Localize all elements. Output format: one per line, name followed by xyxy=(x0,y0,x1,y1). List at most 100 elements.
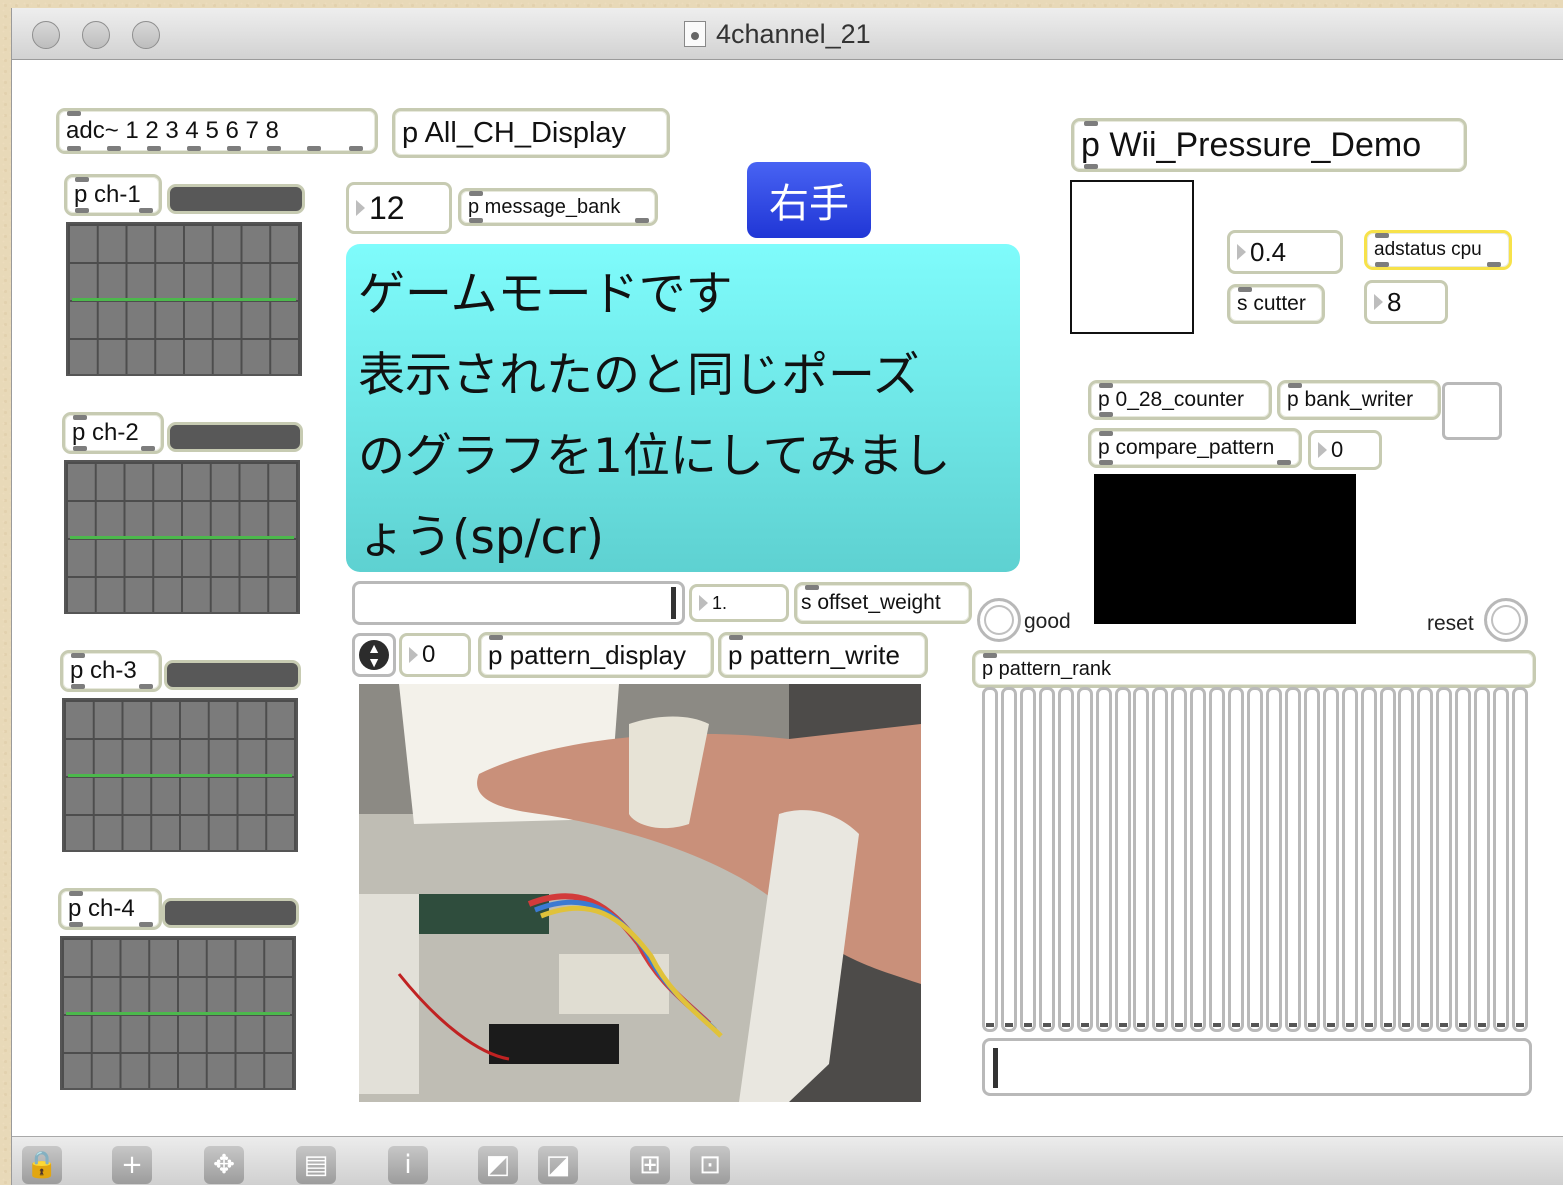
s-cutter-object[interactable]: s cutter xyxy=(1227,284,1325,324)
pattern-lcd-display xyxy=(1094,474,1356,624)
rank-slider[interactable] xyxy=(1493,687,1510,1032)
rank-slider[interactable] xyxy=(1152,687,1169,1032)
s-offset-weight-object[interactable]: s offset_weight xyxy=(794,582,972,624)
rank-slider[interactable] xyxy=(1379,687,1396,1032)
rank-slider[interactable] xyxy=(1247,687,1263,1032)
message-bank-object[interactable]: p message_bank xyxy=(458,188,658,226)
rank-slider[interactable] xyxy=(982,687,998,1032)
close-window-button[interactable] xyxy=(32,21,60,49)
rank-slider[interactable] xyxy=(1000,687,1017,1032)
cpu-number-box[interactable]: 8 xyxy=(1364,280,1448,324)
rank-slider[interactable] xyxy=(1398,687,1415,1032)
reset-button[interactable] xyxy=(1484,598,1528,642)
patcher-toolbar: 🔒 + ✥ ▤ i ◩ ◪ ⊞ ⊡ xyxy=(12,1136,1563,1185)
rank-slider[interactable] xyxy=(1512,687,1528,1032)
wii-pressure-demo-object[interactable]: p Wii_Pressure_Demo xyxy=(1071,118,1467,172)
good-label: good xyxy=(1024,610,1071,633)
rank-slider[interactable] xyxy=(1474,687,1491,1032)
arm-sensor-photo-image xyxy=(359,684,921,1102)
pattern-rank-object[interactable]: p pattern_rank xyxy=(972,650,1536,688)
ch2-object[interactable]: p ch-2 xyxy=(62,412,164,454)
rank-slider[interactable] xyxy=(1417,687,1434,1032)
rank-hslider[interactable] xyxy=(982,1038,1532,1096)
pattern-display-object[interactable]: p pattern_display xyxy=(478,632,714,678)
rank-slider[interactable] xyxy=(1095,687,1112,1032)
move-icon[interactable]: ✥ xyxy=(204,1146,244,1184)
wii-pressure-demo-label: p Wii_Pressure_Demo xyxy=(1081,125,1422,164)
info-icon[interactable]: i xyxy=(388,1146,428,1184)
rank-slider[interactable] xyxy=(1190,687,1207,1032)
adc-object[interactable]: adc~ 1 2 3 4 5 6 7 8 xyxy=(56,108,378,154)
right-hand-label: 右手 xyxy=(769,181,849,227)
pattern-write-object[interactable]: p pattern_write xyxy=(718,632,928,678)
rank-slider[interactable] xyxy=(1284,687,1301,1032)
plus-icon[interactable]: + xyxy=(112,1146,152,1184)
cpu-number-value: 8 xyxy=(1387,286,1402,317)
ch4-level-meter xyxy=(162,898,299,928)
cutter-number-value: 0.4 xyxy=(1250,236,1287,267)
send-back-icon[interactable]: ◪ xyxy=(538,1146,578,1184)
compare-pattern-object[interactable]: p compare_pattern xyxy=(1088,428,1302,468)
ch3-level-meter xyxy=(164,660,301,690)
rank-slider[interactable] xyxy=(1133,687,1150,1032)
grid-icon[interactable]: ⊞ xyxy=(630,1146,670,1184)
cutter-number-box[interactable]: 0.4 xyxy=(1227,230,1343,274)
minimize-window-button[interactable] xyxy=(82,21,110,49)
rank-slider[interactable] xyxy=(1228,687,1245,1032)
rank-slider[interactable] xyxy=(1341,687,1358,1032)
rank-slider[interactable] xyxy=(1360,687,1377,1032)
message-line-4: ょう(sp/cr) xyxy=(358,510,604,565)
window-title-text: 4channel_21 xyxy=(716,18,871,49)
all-ch-display-object[interactable]: p All_CH_Display xyxy=(392,108,670,158)
rank-hslider-knob[interactable] xyxy=(993,1048,998,1088)
offset-hslider[interactable] xyxy=(352,581,685,625)
message-bank-label: p message_bank xyxy=(468,195,621,218)
ch3-label: p ch-3 xyxy=(70,657,137,684)
rank-slider[interactable] xyxy=(1303,687,1320,1032)
stepper-arrows-icon[interactable]: ▲ ▼ xyxy=(359,640,389,670)
adc-label: adc~ 1 2 3 4 5 6 7 8 xyxy=(66,117,279,144)
rank-slider[interactable] xyxy=(1322,687,1339,1032)
ch1-object[interactable]: p ch-1 xyxy=(64,174,162,216)
offset-number-box[interactable]: 1. xyxy=(689,584,789,622)
bank-number-box[interactable]: 12 xyxy=(346,182,452,234)
ch3-object[interactable]: p ch-3 xyxy=(60,650,162,692)
snap-grid-icon[interactable]: ⊡ xyxy=(690,1146,730,1184)
compare-number-value: 0 xyxy=(1331,437,1344,462)
document-icon xyxy=(684,21,706,47)
pattern-stepper[interactable]: ▲ ▼ xyxy=(352,633,396,677)
bring-front-icon[interactable]: ◩ xyxy=(478,1146,518,1184)
rank-slider[interactable] xyxy=(1265,687,1282,1032)
good-button[interactable] xyxy=(977,598,1021,642)
sensor-photo xyxy=(359,684,921,1102)
rank-slider[interactable] xyxy=(1019,687,1036,1032)
rank-slider[interactable] xyxy=(1171,687,1188,1032)
rank-slider[interactable] xyxy=(1057,687,1074,1032)
rank-slider[interactable] xyxy=(1209,687,1226,1032)
adstatus-cpu-object[interactable]: adstatus cpu xyxy=(1364,230,1512,270)
compare-number-box[interactable]: 0 xyxy=(1308,430,1382,470)
offset-hslider-knob[interactable] xyxy=(671,587,676,619)
bank-writer-object[interactable]: p bank_writer xyxy=(1277,380,1441,420)
ch4-object[interactable]: p ch-4 xyxy=(58,888,162,930)
s-offset-weight-label: s offset_weight xyxy=(801,591,941,614)
patcher-window: 4channel_21 adc~ 1 2 3 4 5 6 7 8 p All_C… xyxy=(11,8,1563,1185)
counter-object[interactable]: p 0_28_counter xyxy=(1088,380,1272,420)
pattern-number-box[interactable]: 0 xyxy=(399,633,471,677)
zoom-window-button[interactable] xyxy=(132,21,160,49)
rank-slider[interactable] xyxy=(1038,687,1055,1032)
ch4-scope xyxy=(60,936,296,1090)
lock-icon[interactable]: 🔒 xyxy=(22,1146,62,1184)
bank-writer-toggle[interactable] xyxy=(1442,382,1502,440)
ch1-level-meter xyxy=(167,184,305,214)
patcher-canvas[interactable]: adc~ 1 2 3 4 5 6 7 8 p All_CH_Display p … xyxy=(12,60,1563,1136)
rank-slider[interactable] xyxy=(1076,687,1093,1032)
s-cutter-label: s cutter xyxy=(1237,292,1306,315)
message-line-1: ゲームモードです xyxy=(358,267,733,322)
rank-slider[interactable] xyxy=(1455,687,1472,1032)
reset-label: reset xyxy=(1427,612,1474,635)
presentation-icon[interactable]: ▤ xyxy=(296,1146,336,1184)
rank-slider[interactable] xyxy=(1436,687,1453,1032)
ch2-scope xyxy=(64,460,300,614)
rank-slider[interactable] xyxy=(1114,687,1131,1032)
